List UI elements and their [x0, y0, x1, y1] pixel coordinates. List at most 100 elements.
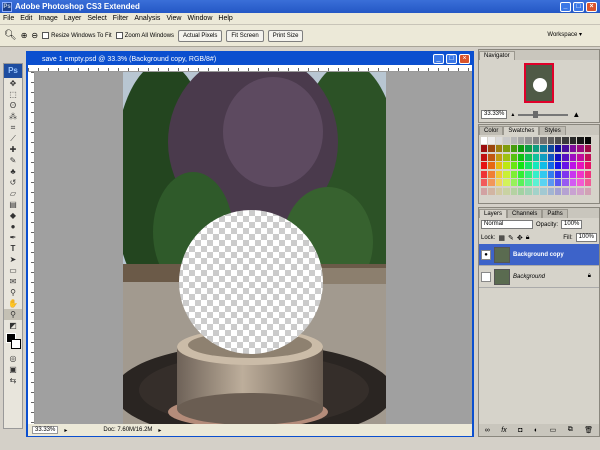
minimize-button[interactable]: _ [560, 1, 571, 12]
slice-tool-icon[interactable]: ⟋ [4, 133, 22, 144]
document-title-bar[interactable]: save 1 empty.psd @ 33.3% (Background cop… [28, 53, 472, 65]
menu-image[interactable]: Image [35, 15, 60, 22]
swatch[interactable] [569, 153, 577, 161]
swatch[interactable] [555, 153, 562, 161]
menu-edit[interactable]: Edit [17, 15, 35, 22]
eraser-tool-icon[interactable]: ▱ [4, 188, 22, 199]
swatch[interactable] [577, 137, 584, 144]
maximize-button[interactable]: □ [573, 1, 584, 12]
swatch[interactable] [503, 170, 510, 178]
swatch[interactable] [555, 179, 562, 187]
swatch[interactable] [525, 145, 532, 153]
layer-background[interactable]: Background 🔒︎ [479, 266, 599, 288]
eyedropper-tool-icon[interactable]: ⚲ [4, 287, 22, 298]
swatch[interactable] [562, 145, 569, 153]
swatch[interactable] [525, 153, 532, 161]
swatch[interactable] [562, 162, 569, 170]
layer-background-copy[interactable]: ● Background copy [479, 244, 599, 266]
eye-icon[interactable]: ● [481, 249, 491, 260]
swatch[interactable] [547, 162, 554, 170]
swatch[interactable] [510, 187, 517, 195]
swatch[interactable] [488, 170, 495, 178]
swatch[interactable] [555, 145, 562, 153]
path-selection-tool-icon[interactable]: ➤ [4, 254, 22, 265]
swatch[interactable] [569, 145, 577, 153]
swatch[interactable] [547, 170, 554, 178]
print-size-button[interactable]: Print Size [267, 29, 304, 42]
swatch[interactable] [547, 145, 554, 153]
lock-all-icon[interactable]: 🔒︎ [526, 234, 530, 242]
swatch[interactable] [481, 145, 488, 153]
image-canvas[interactable] [123, 72, 386, 424]
swatch[interactable] [495, 162, 503, 170]
zoom-level[interactable]: 33.33% [32, 426, 59, 434]
swatch[interactable] [525, 137, 532, 144]
swatch[interactable] [488, 162, 495, 170]
swatch[interactable] [510, 162, 517, 170]
swatch[interactable] [584, 162, 591, 170]
zoom-tool-icon[interactable]: ⚲ [4, 309, 22, 320]
swatch[interactable] [503, 153, 510, 161]
crop-tool-icon[interactable]: ⌗ [4, 122, 22, 133]
swatch[interactable] [562, 137, 569, 144]
link-layers-icon[interactable]: ∞ [485, 427, 490, 434]
swatch[interactable] [547, 137, 554, 144]
swatch[interactable] [569, 170, 577, 178]
swatch[interactable] [584, 153, 591, 161]
background-color[interactable] [11, 339, 21, 349]
eye-icon[interactable] [481, 271, 491, 282]
screen-mode-icon[interactable]: ▣ [4, 364, 22, 375]
swatch[interactable] [569, 137, 577, 144]
actual-pixels-button[interactable]: Actual Pixels [178, 29, 223, 42]
swatch[interactable] [518, 162, 525, 170]
healing-brush-tool-icon[interactable]: ✚ [4, 144, 22, 155]
swatch[interactable] [488, 187, 495, 195]
lasso-tool-icon[interactable]: ʘ [4, 100, 22, 111]
blur-tool-icon[interactable]: ◆ [4, 210, 22, 221]
dodge-tool-icon[interactable]: ● [4, 221, 22, 232]
zoom-tool-icon[interactable]: 🔍︎ [4, 30, 17, 41]
zoom-in-icon[interactable]: ⊕ [21, 31, 28, 40]
swatch[interactable] [547, 153, 554, 161]
lock-transparent-icon[interactable]: ▦ [498, 234, 505, 242]
doc-minimize-button[interactable]: _ [433, 54, 444, 64]
swatch[interactable] [532, 179, 540, 187]
swatch[interactable] [532, 153, 540, 161]
swatch[interactable] [481, 153, 488, 161]
menu-select[interactable]: Select [84, 15, 109, 22]
swatch[interactable] [540, 162, 547, 170]
fill-field[interactable]: 100% [575, 233, 597, 242]
type-tool-icon[interactable]: T [4, 243, 22, 254]
swatch[interactable] [518, 153, 525, 161]
swatch[interactable] [577, 153, 584, 161]
workspace-button[interactable]: Workspace ▾ [543, 30, 586, 42]
lock-image-icon[interactable]: ✎ [508, 234, 514, 242]
tab-navigator[interactable]: Navigator [479, 51, 515, 60]
swatch[interactable] [518, 179, 525, 187]
fit-screen-button[interactable]: Fit Screen [226, 29, 264, 42]
swatch[interactable] [495, 179, 503, 187]
swatch[interactable] [495, 137, 503, 144]
menu-filter[interactable]: Filter [110, 15, 132, 22]
swatch[interactable] [532, 187, 540, 195]
swatch[interactable] [562, 153, 569, 161]
canvas-area[interactable] [35, 72, 472, 424]
swatch[interactable] [562, 179, 569, 187]
swatch[interactable] [555, 187, 562, 195]
swatch[interactable] [584, 187, 591, 195]
status-arrow-icon[interactable]: ▸ [158, 427, 161, 434]
swatch[interactable] [569, 179, 577, 187]
swatch[interactable] [525, 187, 532, 195]
swatch[interactable] [525, 179, 532, 187]
hand-tool-icon[interactable]: ✋ [4, 298, 22, 309]
menu-help[interactable]: Help [215, 15, 235, 22]
resize-windows-checkbox[interactable]: Resize Windows To Fit [42, 32, 112, 39]
zoom-out-icon[interactable]: ⊖ [31, 31, 38, 40]
zoom-slider-handle[interactable] [533, 110, 539, 118]
swatch[interactable] [518, 170, 525, 178]
swatch[interactable] [481, 187, 488, 195]
swatch[interactable] [547, 187, 554, 195]
status-menu-icon[interactable]: ▸ [64, 427, 67, 434]
swatch[interactable] [532, 170, 540, 178]
history-brush-tool-icon[interactable]: ↺ [4, 177, 22, 188]
